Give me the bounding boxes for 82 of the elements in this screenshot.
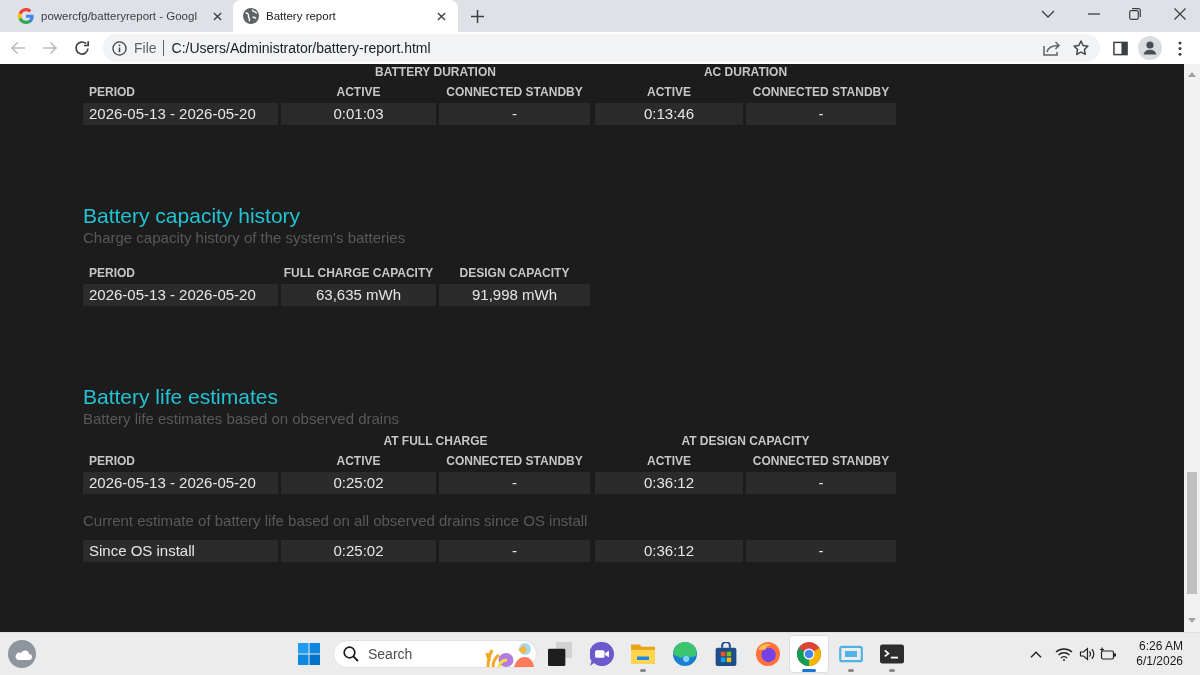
info-icon[interactable] bbox=[112, 40, 127, 56]
table-cell: - bbox=[746, 540, 896, 562]
section-subtitle: Charge capacity history of the system's batteries bbox=[83, 229, 407, 247]
chevron-up-icon[interactable] bbox=[1030, 650, 1043, 658]
cloud-icon[interactable] bbox=[8, 640, 36, 668]
table-cell: 0:13:46 bbox=[595, 103, 743, 125]
section-title: Battery life estimates bbox=[83, 384, 279, 410]
browser-tab[interactable]: Battery report bbox=[233, 0, 458, 32]
table-cell: 91,998 mWh bbox=[439, 284, 590, 306]
column-header: PERIOD bbox=[88, 453, 136, 470]
column-header: ACTIVE bbox=[646, 84, 692, 101]
column-header: PERIOD bbox=[88, 84, 136, 101]
column-header: ACTIVE bbox=[646, 453, 692, 470]
browser-tab[interactable]: powercfg/batteryreport - Googl bbox=[8, 0, 228, 32]
table-note: Current estimate of battery life based on all observed drains since OS install bbox=[83, 512, 589, 530]
column-header: ACTIVE bbox=[335, 84, 382, 101]
restore-icon[interactable] bbox=[1129, 8, 1141, 20]
star-icon[interactable] bbox=[1073, 40, 1089, 56]
table-cell: 63,635 mWh bbox=[281, 284, 436, 306]
clock-time: 6:26 AM bbox=[1137, 639, 1183, 654]
folder-icon bbox=[631, 642, 655, 666]
scrollbar-track[interactable] bbox=[1184, 64, 1200, 632]
overlapping-squares-icon bbox=[548, 642, 572, 666]
wifi-icon[interactable] bbox=[1055, 647, 1074, 661]
side-panel-icon[interactable] bbox=[1113, 40, 1128, 56]
table-cell: 0:36:12 bbox=[595, 540, 743, 562]
chevron-down-icon[interactable] bbox=[1041, 10, 1055, 18]
scrollbar-thumb[interactable] bbox=[1187, 472, 1197, 594]
shopping-bag-icon bbox=[714, 642, 738, 666]
speaker-icon[interactable] bbox=[1079, 646, 1096, 662]
table-cell: 2026-05-13 - 2026-05-20 bbox=[83, 284, 278, 306]
column-header: CONNECTED STANDBY bbox=[445, 453, 584, 470]
column-header: CONNECTED STANDBY bbox=[751, 453, 891, 470]
globe-icon bbox=[243, 8, 259, 24]
table-cell: - bbox=[746, 472, 896, 494]
swirl-icon bbox=[672, 642, 697, 666]
close-icon[interactable] bbox=[437, 11, 446, 21]
coral-icon bbox=[484, 641, 534, 667]
search-icon bbox=[343, 646, 359, 662]
section-subtitle: Battery life estimates based on observed drains bbox=[83, 410, 400, 428]
battery-icon[interactable] bbox=[1099, 647, 1118, 661]
table-cell: - bbox=[746, 103, 896, 125]
clock-date: 6/1/2026 bbox=[1136, 654, 1183, 669]
table-cell: 0:25:02 bbox=[281, 472, 436, 494]
flame-circle-icon bbox=[755, 642, 780, 666]
column-group-header: BATTERY DURATION bbox=[374, 64, 497, 80]
address-bar[interactable]: File C:/Users/Administrator/battery-report.html bbox=[103, 34, 1100, 62]
reload-icon[interactable] bbox=[74, 40, 90, 56]
column-header: PERIOD bbox=[88, 265, 136, 282]
share-icon[interactable] bbox=[1043, 40, 1061, 56]
segmented-circle-icon bbox=[797, 642, 821, 666]
table-cell: 0:01:03 bbox=[281, 103, 436, 125]
table-cell: 0:36:12 bbox=[595, 472, 743, 494]
profile-icon[interactable] bbox=[1138, 36, 1162, 60]
plus-icon[interactable] bbox=[471, 9, 484, 23]
table-cell: 2026-05-13 - 2026-05-20 bbox=[83, 472, 278, 494]
section-title: Battery capacity history bbox=[83, 203, 302, 229]
scheme-label: File bbox=[134, 40, 157, 56]
g-logo-icon bbox=[18, 8, 34, 24]
column-group-header: AC DURATION bbox=[702, 64, 789, 80]
url-text: C:/Users/Administrator/battery-report.html bbox=[171, 40, 431, 56]
table-cell: 0:25:02 bbox=[281, 540, 436, 562]
more-menu-icon[interactable] bbox=[1178, 40, 1182, 56]
search-input[interactable]: Search bbox=[368, 644, 484, 664]
column-header: CONNECTED STANDBY bbox=[751, 84, 891, 101]
table-cell: 2026-05-13 - 2026-05-20 bbox=[83, 103, 278, 125]
column-header: CONNECTED STANDBY bbox=[445, 84, 584, 101]
column-group-header: AT FULL CHARGE bbox=[382, 433, 489, 449]
close-icon[interactable] bbox=[1174, 8, 1186, 20]
column-header: FULL CHARGE CAPACITY bbox=[282, 265, 435, 282]
close-icon[interactable] bbox=[213, 11, 222, 21]
video-chat-icon bbox=[589, 642, 614, 666]
table-cell: - bbox=[439, 540, 590, 562]
column-header: DESIGN CAPACITY bbox=[458, 265, 571, 282]
column-group-header: AT DESIGN CAPACITY bbox=[680, 433, 811, 449]
table-cell: Since OS install bbox=[83, 540, 278, 562]
four-tiles-icon[interactable] bbox=[298, 643, 320, 665]
table-cell: - bbox=[439, 103, 590, 125]
table-cell: - bbox=[439, 472, 590, 494]
search-field[interactable]: Search bbox=[333, 640, 537, 668]
terminal-icon bbox=[880, 642, 904, 666]
column-header: ACTIVE bbox=[335, 453, 382, 470]
